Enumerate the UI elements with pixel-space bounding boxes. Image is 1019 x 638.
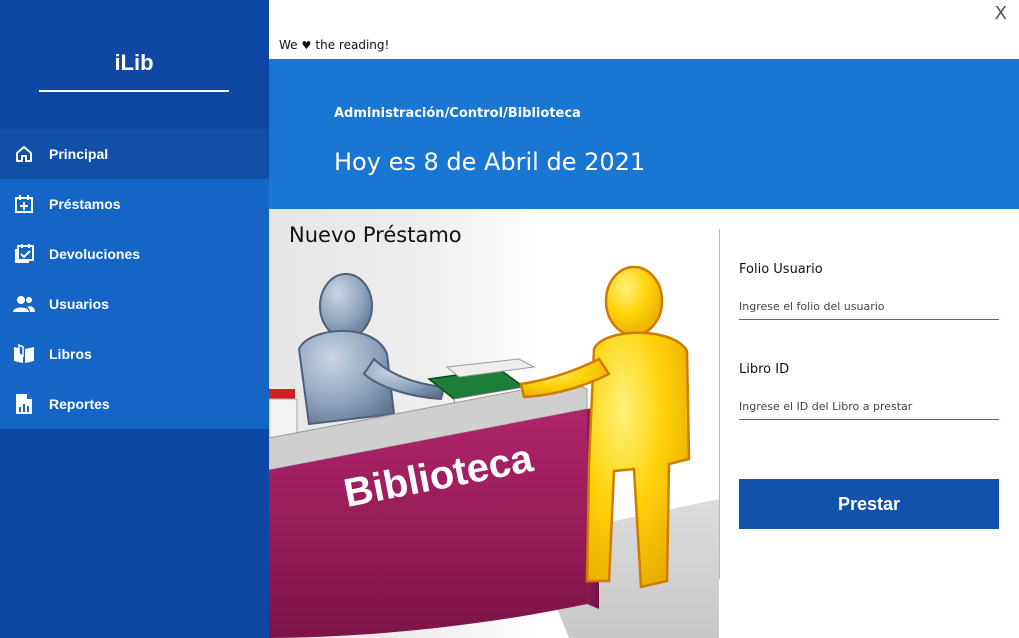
prestar-button[interactable]: Prestar xyxy=(739,479,999,529)
calendar-plus-icon xyxy=(12,192,36,216)
app-brand: iLib xyxy=(114,50,154,75)
folio-usuario-input[interactable] xyxy=(739,293,999,320)
report-icon xyxy=(12,392,36,416)
library-illustration: Biblioteca Nuevo Préstamo xyxy=(269,209,719,638)
sidebar-item-reportes[interactable]: Reportes xyxy=(0,379,269,429)
tagline: We ♥ the reading! xyxy=(279,38,389,52)
illustration-title: Nuevo Préstamo xyxy=(289,223,462,247)
tagline-prefix: We xyxy=(279,38,298,52)
sidebar-item-label: Devoluciones xyxy=(49,246,141,262)
library-scene-image: Biblioteca xyxy=(269,209,719,638)
sidebar-item-libros[interactable]: Libros xyxy=(0,329,269,379)
current-date: Hoy es 8 de Abril de 2021 xyxy=(334,148,646,176)
sidebar-item-label: Libros xyxy=(49,346,92,362)
sidebar-item-principal[interactable]: Principal xyxy=(0,129,269,179)
folio-usuario-label: Folio Usuario xyxy=(739,262,823,277)
libro-id-label: Libro ID xyxy=(739,362,790,377)
heart-icon: ♥ xyxy=(301,39,312,52)
sidebar-item-usuarios[interactable]: Usuarios xyxy=(0,279,269,329)
sidebar-item-label: Préstamos xyxy=(49,196,121,212)
calendar-check-icon xyxy=(12,242,36,266)
vertical-divider xyxy=(719,229,720,579)
home-icon xyxy=(12,142,36,166)
sidebar-item-label: Principal xyxy=(49,146,109,162)
sidebar-item-label: Reportes xyxy=(49,396,110,412)
sidebar-item-prestamos[interactable]: Préstamos xyxy=(0,179,269,229)
sidebar-item-label: Usuarios xyxy=(49,296,109,312)
book-open-icon xyxy=(12,342,36,366)
sidebar-nav: Principal Préstamos Devoluciones Usuario… xyxy=(0,129,269,429)
users-icon xyxy=(12,292,36,316)
header-banner: Administración/Control/Biblioteca Hoy es… xyxy=(269,59,1019,209)
brand-underline xyxy=(39,90,229,92)
close-button[interactable]: X xyxy=(995,3,1007,24)
libro-id-input[interactable] xyxy=(739,393,999,420)
sidebar-item-devoluciones[interactable]: Devoluciones xyxy=(0,229,269,279)
tagline-suffix: the reading! xyxy=(315,38,390,52)
breadcrumb: Administración/Control/Biblioteca xyxy=(334,106,581,121)
sidebar: iLib Principal Préstamos Devoluciones Us… xyxy=(0,0,269,638)
